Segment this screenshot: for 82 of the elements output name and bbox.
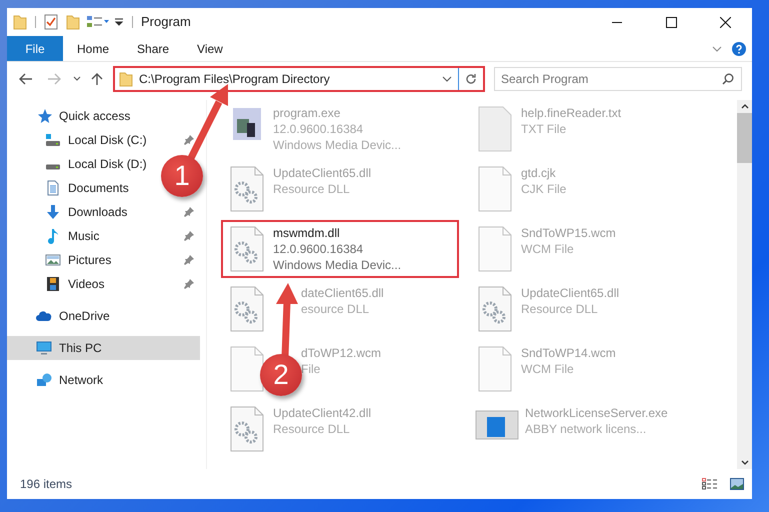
ribbon-tab[interactable]: View <box>183 36 237 61</box>
pin-icon <box>184 255 194 265</box>
file-detail: WCM File <box>521 241 575 257</box>
file-detail: 12.0.9600.16384 <box>273 241 364 257</box>
monitor-icon <box>36 340 52 356</box>
file-name: dToWP12.wcm <box>301 345 382 361</box>
document-icon <box>45 180 61 196</box>
picture-icon <box>45 252 61 268</box>
drive-icon <box>45 164 61 170</box>
navigation-item[interactable]: Local Disk (D:) <box>7 152 149 176</box>
search-field[interactable]: Search Program <box>494 67 742 91</box>
pin-icon <box>184 279 194 289</box>
navigation-item[interactable]: Local Disk (C:) <box>7 128 200 152</box>
recent-chevron-icon[interactable] <box>73 76 81 82</box>
ribbon-tab[interactable]: File <box>7 36 63 61</box>
search-icon[interactable] <box>722 73 734 85</box>
file-detail: Windows Media Devic... <box>273 137 402 153</box>
maximize-icon <box>666 16 676 28</box>
navigation-item[interactable]: Documents <box>7 176 131 200</box>
file-detail: Windows Media Devic... <box>273 257 402 273</box>
file-name: gtd.cjk <box>521 165 557 181</box>
network-globe-icon <box>36 372 52 388</box>
scrollbar-thumb[interactable] <box>737 113 752 163</box>
pin-icon <box>184 231 194 241</box>
back-arrow-icon[interactable] <box>19 73 33 85</box>
file-name: UpdateClient65.dll <box>273 165 372 181</box>
navigation-item[interactable]: Network <box>7 368 106 392</box>
window-title: Program <box>141 13 191 32</box>
address-path: C:\Program Files\Program Directory <box>139 71 330 88</box>
star-icon <box>36 108 52 124</box>
file-detail: CJK File <box>521 181 566 197</box>
up-arrow-icon[interactable] <box>91 72 103 86</box>
navigation-item[interactable]: This PC <box>7 336 200 360</box>
file-name: UpdateClient42.dll <box>273 405 372 421</box>
checklist-icon[interactable] <box>44 14 58 30</box>
file-detail: esource DLL <box>301 301 370 317</box>
file-detail: File <box>301 361 322 377</box>
file-detail: TXT File <box>521 121 568 137</box>
scroll-down-icon[interactable] <box>740 460 748 465</box>
file-name: help.fineReader.txt <box>521 105 622 121</box>
file-name: SndToWP14.wcm <box>521 345 616 361</box>
pin-icon <box>184 207 194 217</box>
dropdown-chevron-icon[interactable] <box>442 76 452 82</box>
file-detail: Resource DLL <box>521 301 599 317</box>
refresh-icon[interactable] <box>465 73 477 85</box>
folder-icon <box>119 71 133 87</box>
navigation-item[interactable]: Downloads <box>7 200 200 224</box>
address-field[interactable]: C:\Program Files\Program Directory <box>113 66 485 92</box>
file-name: dateClient65.dll <box>301 285 384 301</box>
vertical-scrollbar[interactable] <box>737 100 752 469</box>
drive-icon <box>45 133 61 146</box>
ribbon-tab[interactable]: Share <box>123 36 184 61</box>
navigation-item[interactable]: Music <box>7 224 200 248</box>
file-detail: 12.0.9600.16384 <box>273 121 364 137</box>
ribbon-tab[interactable]: Home <box>63 36 124 61</box>
film-icon <box>45 276 61 292</box>
download-arrow-icon <box>45 204 61 220</box>
file-name: SndToWP15.wcm <box>521 225 616 241</box>
file-item[interactable]: mswmdm.dll 12.0.9600.16384 Windows Media Devic... <box>221 220 459 278</box>
item-count: 196 items <box>20 476 72 493</box>
navigation-item[interactable]: Quick access <box>7 104 132 128</box>
details-view-icon[interactable] <box>702 478 718 490</box>
file-detail: WCM File <box>521 361 575 377</box>
properties-list-icon[interactable] <box>86 15 110 29</box>
navigation-item[interactable]: Videos <box>7 272 200 296</box>
file-name: NetworkLicenseServer.exe <box>525 405 668 421</box>
file-name: UpdateClient65.dll <box>521 285 620 301</box>
file-detail: Resource DLL <box>273 181 351 197</box>
help-icon[interactable] <box>732 42 746 56</box>
close-icon <box>720 16 730 28</box>
expand-chevron-icon[interactable] <box>712 46 722 52</box>
folder-icon <box>13 14 27 30</box>
navigation-item[interactable]: Pictures <box>7 248 200 272</box>
dropdown-caret-icon[interactable] <box>114 17 124 27</box>
file-detail: Resource DLL <box>273 421 351 437</box>
scroll-up-icon[interactable] <box>740 104 748 109</box>
pin-icon <box>184 135 194 145</box>
file-detail: ABBY network licens... <box>525 421 648 437</box>
large-icons-view-icon[interactable] <box>730 478 744 490</box>
navigation-item[interactable]: OneDrive <box>7 304 112 328</box>
file-name: mswmdm.dll <box>273 225 341 241</box>
file-name: program.exe <box>273 105 342 121</box>
